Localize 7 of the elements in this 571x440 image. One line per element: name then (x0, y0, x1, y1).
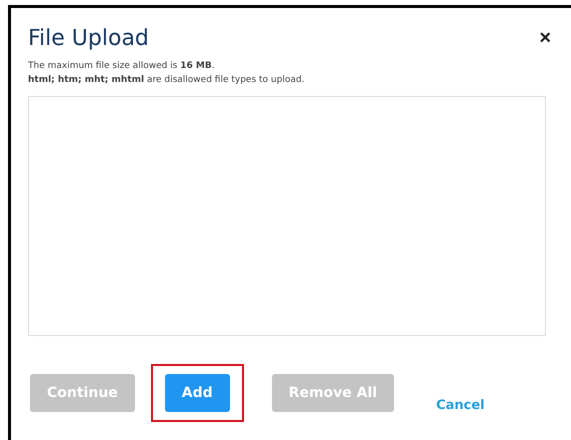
close-button[interactable]: × (537, 27, 553, 50)
cancel-link[interactable]: Cancel (436, 398, 485, 412)
info-text: html; htm; mht; mhtml are disallowed file types to upload. (28, 75, 306, 85)
info-text: The maximum file size allowed is 16 MB. (28, 61, 216, 71)
file-list-area[interactable] (28, 96, 546, 336)
dialog-title: File Upload (28, 26, 149, 51)
action-button[interactable]: Add (164, 374, 230, 412)
